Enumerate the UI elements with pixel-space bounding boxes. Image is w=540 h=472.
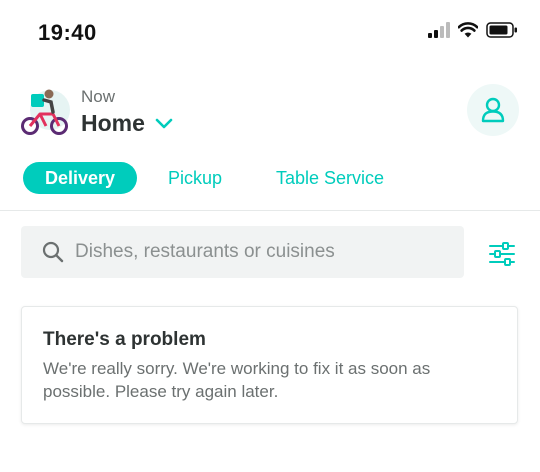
location-selector[interactable]: Home bbox=[81, 110, 173, 137]
status-icons bbox=[428, 22, 518, 38]
tab-table-service[interactable]: Table Service bbox=[276, 162, 384, 194]
search-icon bbox=[42, 241, 64, 263]
tab-pickup[interactable]: Pickup bbox=[168, 162, 222, 194]
filter-button[interactable] bbox=[486, 238, 518, 270]
status-time: 19:40 bbox=[38, 20, 97, 45]
error-message: We're really sorry. We're working to fix… bbox=[43, 359, 431, 401]
tab-delivery[interactable]: Delivery bbox=[23, 162, 137, 194]
status-bar: 19:40 bbox=[0, 0, 540, 64]
error-card: There's a problem We're really sorry. We… bbox=[21, 306, 518, 424]
header: Now Home bbox=[0, 78, 540, 150]
battery-icon bbox=[486, 22, 517, 38]
rider-illustration bbox=[21, 89, 70, 135]
error-title: There's a problem bbox=[43, 329, 206, 350]
wifi-icon bbox=[458, 22, 478, 38]
delivery-time-label: Now bbox=[81, 87, 116, 106]
cellular-signal-icon bbox=[428, 22, 450, 38]
search-input[interactable] bbox=[75, 226, 455, 278]
divider bbox=[0, 210, 540, 211]
chevron-down-icon bbox=[155, 118, 173, 128]
service-tabs: Delivery Pickup Table Service bbox=[0, 162, 540, 196]
filter-icon bbox=[489, 242, 515, 266]
account-button[interactable] bbox=[467, 84, 519, 136]
location-name: Home bbox=[81, 110, 145, 136]
search-bar bbox=[21, 226, 464, 278]
account-icon bbox=[481, 97, 505, 123]
